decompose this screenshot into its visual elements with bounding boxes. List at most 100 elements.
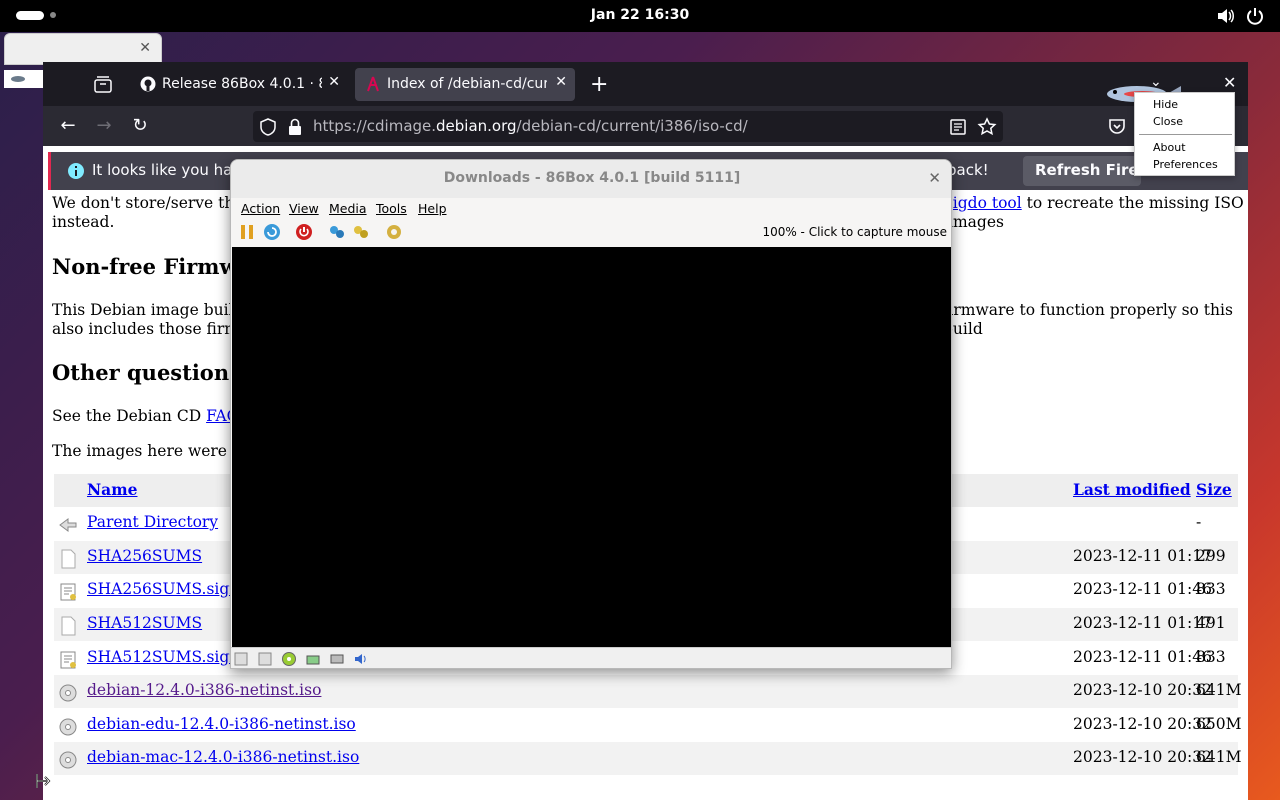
debian-swirl-icon bbox=[367, 76, 379, 92]
menu-help[interactable]: Help bbox=[418, 201, 447, 216]
signature-file-icon bbox=[60, 583, 76, 601]
shield-icon[interactable] bbox=[259, 118, 277, 136]
file-size: 641M bbox=[1196, 681, 1242, 699]
tab-overview-icon[interactable] bbox=[93, 76, 113, 94]
resize-cursor-icon bbox=[36, 774, 51, 788]
file-link[interactable]: SHA256SUMS bbox=[87, 547, 202, 565]
reader-view-icon[interactable] bbox=[949, 118, 967, 136]
emulator-screen[interactable] bbox=[232, 247, 951, 647]
refresh-firefox-button[interactable]: Refresh Firefox bbox=[1023, 156, 1141, 186]
window-title: Downloads - 86Box 4.0.1 [build 5111] bbox=[443, 170, 741, 186]
sort-by-modified[interactable]: Last modified bbox=[1073, 480, 1191, 499]
clock[interactable]: Jan 22 16:30 bbox=[0, 7, 1280, 23]
menu-separator bbox=[1139, 134, 1232, 135]
file-link[interactable]: debian-12.4.0-i386-netinst.iso bbox=[87, 681, 321, 699]
settings-gear-icon[interactable] bbox=[385, 223, 403, 241]
file-size: 641M bbox=[1196, 748, 1242, 766]
new-tab-icon[interactable]: + bbox=[590, 72, 608, 97]
menu-item-close[interactable]: Close bbox=[1153, 115, 1183, 128]
file-link[interactable]: debian-edu-12.4.0-i386-netinst.iso bbox=[87, 715, 356, 733]
file-size: 833 bbox=[1196, 648, 1226, 666]
disc-icon bbox=[59, 684, 77, 702]
reload-icon[interactable]: ↻ bbox=[129, 115, 151, 137]
menu-item-preferences[interactable]: Preferences bbox=[1153, 158, 1218, 171]
url-text: https://cdimage.debian.org/debian-cd/cur… bbox=[313, 117, 748, 135]
menu-item-hide[interactable]: Hide bbox=[1153, 98, 1178, 111]
url-bar[interactable]: https://cdimage.debian.org/debian-cd/cur… bbox=[253, 111, 1003, 142]
power-icon[interactable] bbox=[1246, 7, 1264, 25]
jigdo-link[interactable]: jigdo tool bbox=[948, 194, 1022, 212]
floppy-drive-icon[interactable] bbox=[233, 651, 249, 667]
pause-icon[interactable] bbox=[238, 223, 256, 241]
desktop-app-icon[interactable] bbox=[4, 70, 44, 88]
reset-icon[interactable] bbox=[263, 223, 281, 241]
menu-media[interactable]: Media bbox=[329, 201, 367, 216]
table-row: debian-mac-12.4.0-i386-netinst.iso 2023-… bbox=[54, 742, 1242, 775]
lock-icon[interactable] bbox=[287, 118, 303, 136]
table-row: debian-edu-12.4.0-i386-netinst.iso 2023-… bbox=[54, 709, 1241, 742]
86box-titlebar[interactable]: Downloads - 86Box 4.0.1 [build 5111] ✕ bbox=[231, 160, 951, 198]
ctrl-alt-del-icon[interactable] bbox=[328, 223, 346, 241]
file-link[interactable]: Parent Directory bbox=[87, 513, 218, 531]
github-icon bbox=[140, 76, 156, 92]
86box-window: Downloads - 86Box 4.0.1 [build 5111] ✕ A… bbox=[230, 159, 952, 669]
close-tab-icon[interactable]: ✕ bbox=[328, 74, 340, 90]
tab-debian-index[interactable]: Index of /debian-cd/curre ✕ bbox=[355, 68, 575, 101]
back-arrow-icon[interactable]: ← bbox=[57, 115, 79, 137]
info-icon bbox=[68, 163, 84, 179]
menu-tools[interactable]: Tools bbox=[376, 201, 407, 216]
signature-file-icon bbox=[60, 651, 76, 669]
text-file-icon bbox=[61, 549, 76, 569]
table-row: debian-12.4.0-i386-netinst.iso 2023-12-1… bbox=[54, 675, 1242, 708]
file-link[interactable]: debian-mac-12.4.0-i386-netinst.iso bbox=[87, 748, 359, 766]
file-link[interactable]: SHA512SUMS.sign bbox=[87, 648, 239, 666]
file-date: 2023-12-11 01:46 bbox=[1073, 648, 1212, 666]
bookmark-star-icon[interactable] bbox=[977, 117, 997, 137]
sort-by-name[interactable]: Name bbox=[87, 480, 137, 499]
file-link[interactable]: SHA512SUMS bbox=[87, 614, 202, 632]
cdrom-icon[interactable] bbox=[281, 651, 297, 667]
forward-arrow-icon[interactable]: → bbox=[93, 115, 115, 137]
text-file-icon bbox=[61, 616, 76, 636]
sound-icon[interactable] bbox=[353, 651, 369, 667]
menu-action[interactable]: Action bbox=[241, 201, 280, 216]
window-close-icon[interactable]: ✕ bbox=[1223, 73, 1236, 92]
file-date: 2023-12-11 01:17 bbox=[1073, 614, 1212, 632]
file-date: 2023-12-10 20:32 bbox=[1073, 681, 1212, 699]
firmware-paragraph-right: firmware to function properly so this bu… bbox=[943, 301, 1233, 338]
file-size: 299 bbox=[1196, 547, 1226, 565]
context-menu: Hide Close About Preferences bbox=[1134, 92, 1235, 176]
menu-item-about[interactable]: About bbox=[1153, 141, 1186, 154]
power-off-icon[interactable] bbox=[295, 223, 313, 241]
close-icon[interactable]: ✕ bbox=[139, 40, 151, 56]
file-link[interactable]: SHA256SUMS.sign bbox=[87, 580, 239, 598]
file-date: 2023-12-10 20:32 bbox=[1073, 715, 1212, 733]
tab-86box-release[interactable]: Release 86Box 4.0.1 · 86B ✕ bbox=[130, 68, 348, 101]
file-date: 2023-12-10 20:32 bbox=[1073, 748, 1212, 766]
close-icon[interactable]: ✕ bbox=[928, 169, 941, 187]
background-window[interactable]: ✕ bbox=[4, 33, 162, 65]
tab-bar: Release 86Box 4.0.1 · 86B ✕ Index of /de… bbox=[43, 62, 1248, 106]
close-tab-icon[interactable]: ✕ bbox=[555, 74, 567, 90]
file-date: 2023-12-11 01:17 bbox=[1073, 547, 1212, 565]
volume-icon[interactable] bbox=[1217, 8, 1235, 24]
disc-icon bbox=[59, 751, 77, 769]
tab-title: Release 86Box 4.0.1 · 86B bbox=[162, 76, 322, 92]
disc-icon bbox=[59, 718, 77, 736]
sort-by-size[interactable]: Size bbox=[1196, 480, 1232, 499]
menu-bar: Action View Media Tools Help bbox=[231, 198, 951, 218]
intro-paragraph-line2: instead. bbox=[52, 213, 115, 231]
file-date: 2023-12-11 01:46 bbox=[1073, 580, 1212, 598]
file-size: 833 bbox=[1196, 580, 1226, 598]
ctrl-alt-esc-icon[interactable] bbox=[352, 223, 370, 241]
pocket-icon[interactable] bbox=[1107, 116, 1127, 136]
nav-bar: ← → ↻ https://cdimage.debian.org/debian-… bbox=[43, 106, 1248, 146]
network-icon[interactable] bbox=[329, 651, 345, 667]
back-icon bbox=[59, 518, 77, 532]
floppy-drive-icon[interactable] bbox=[257, 651, 273, 667]
heading-questions: Other questions? bbox=[52, 360, 254, 385]
intro-paragraph-right: jigdo tool to recreate the missing ISO i… bbox=[948, 194, 1244, 231]
menu-view[interactable]: View bbox=[289, 201, 319, 216]
top-bar: Jan 22 16:30 bbox=[0, 0, 1280, 32]
hard-disk-icon[interactable] bbox=[305, 651, 321, 667]
